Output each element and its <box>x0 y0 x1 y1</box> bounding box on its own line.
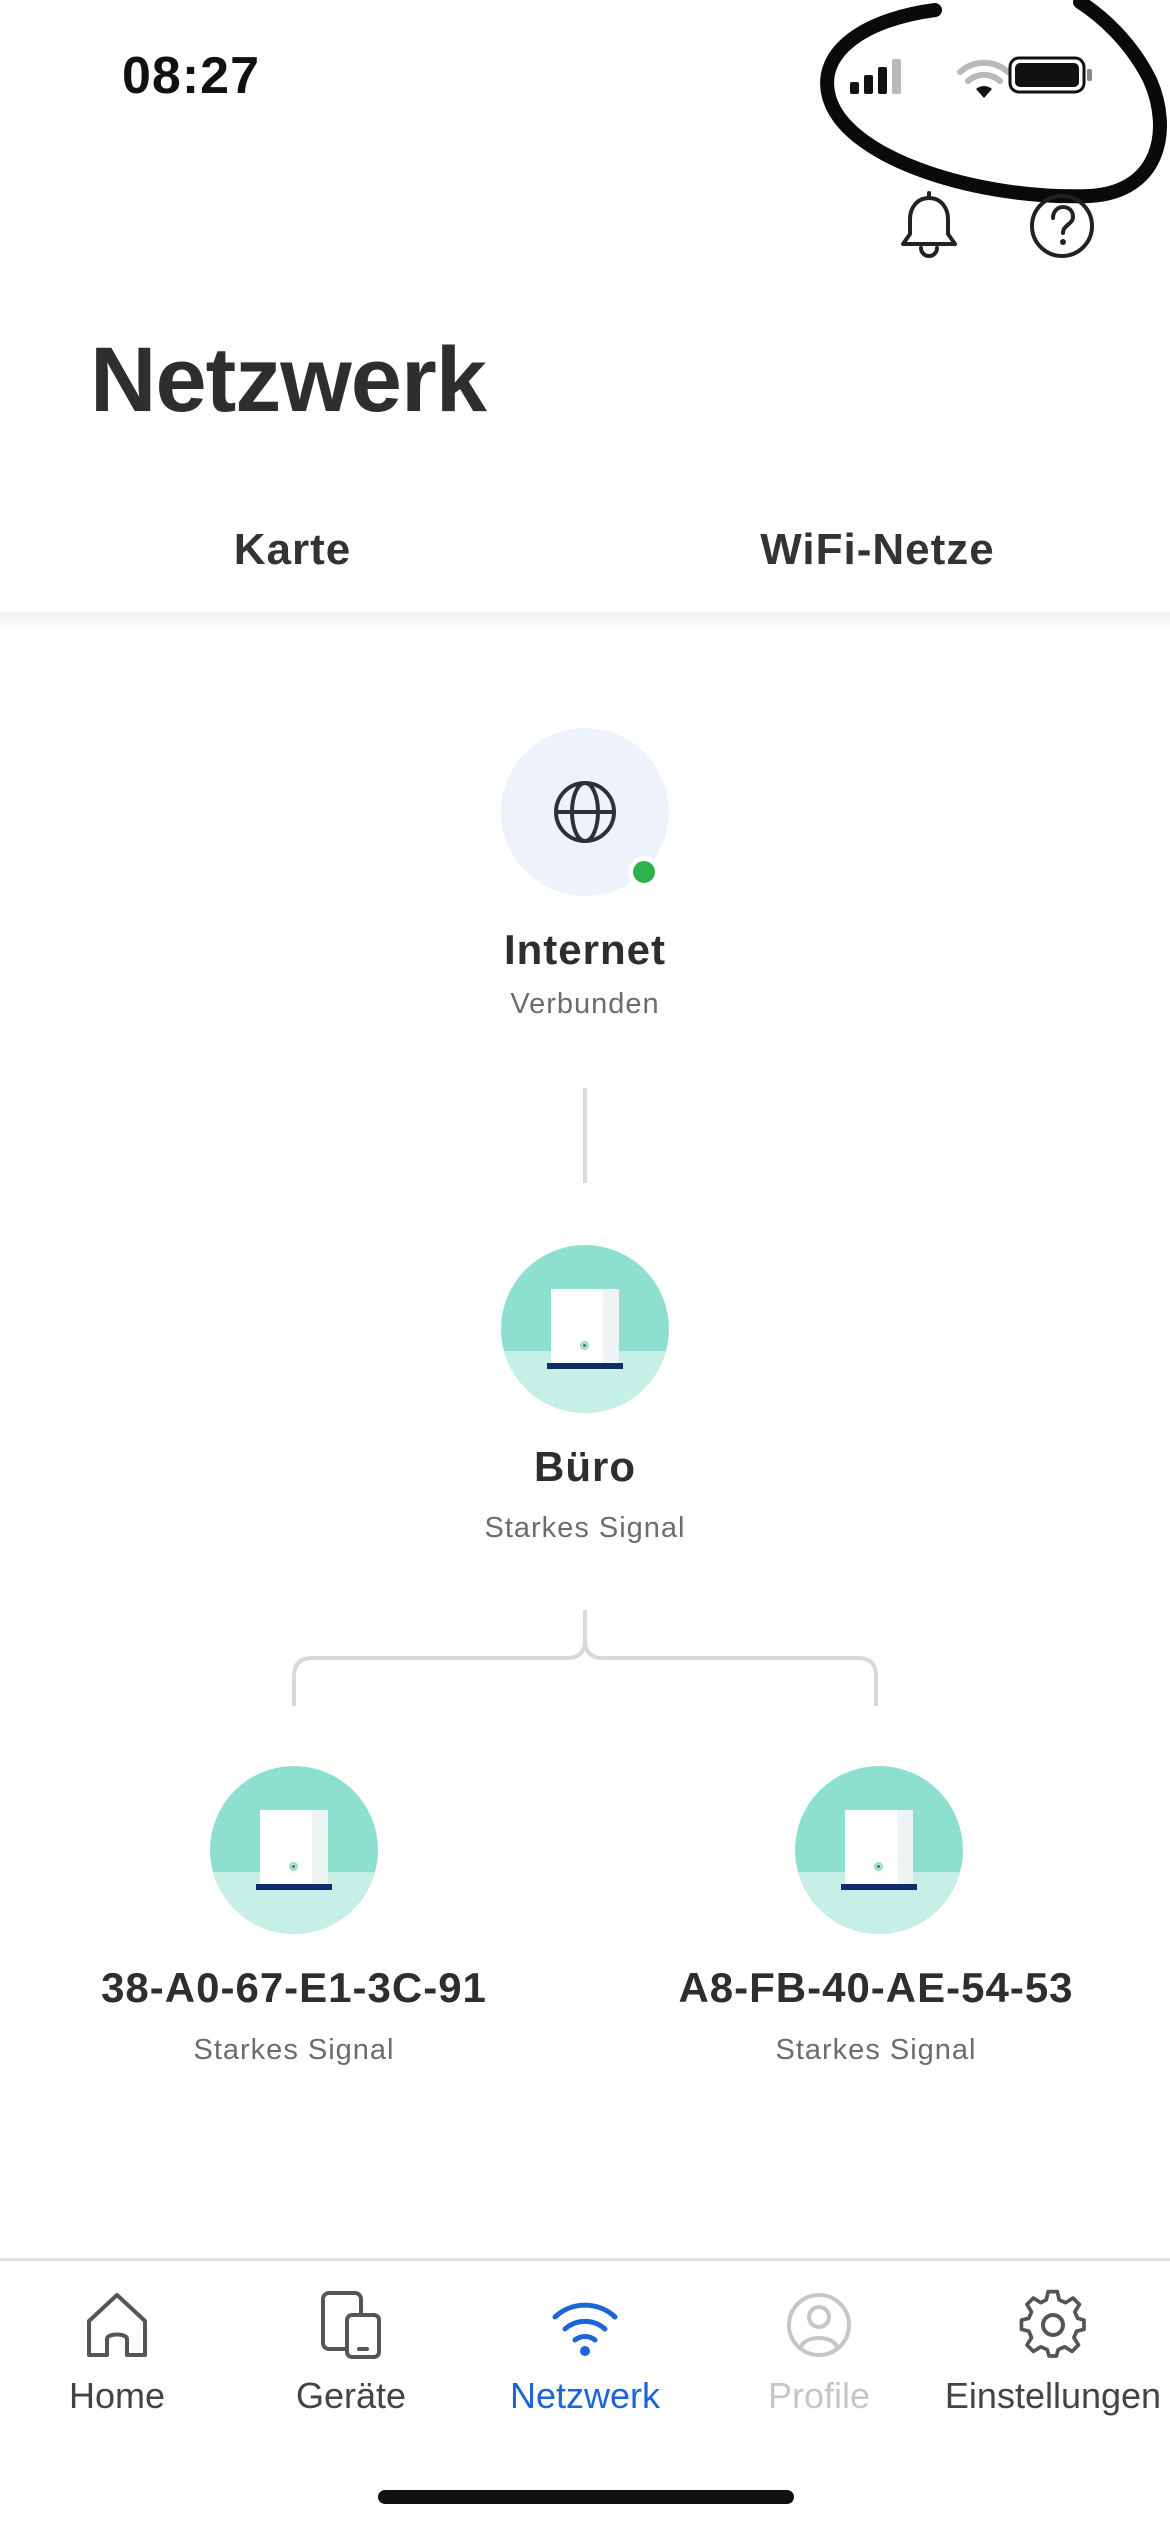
home-indicator <box>378 2490 794 2504</box>
nav-geraete[interactable]: Geräte <box>234 2287 468 2447</box>
home-icon <box>87 2293 147 2357</box>
gear-icon <box>1019 2289 1086 2358</box>
nav-geraete-label: Geräte <box>295 2375 407 2416</box>
wifi-icon <box>552 2302 618 2356</box>
status-time: 08:27 <box>122 47 260 105</box>
nav-netzwerk[interactable]: Netzwerk <box>468 2287 702 2447</box>
nav-home-label: Home <box>68 2375 166 2416</box>
child-node-2-label: A8-FB-40-AE-54-53 <box>678 1964 1074 2011</box>
annotation-scribble <box>820 0 1167 204</box>
help-icon[interactable] <box>1026 190 1098 262</box>
nav-einstellungen[interactable]: Einstellungen <box>936 2287 1170 2447</box>
status-icons <box>850 56 1092 98</box>
tab-bar: Karte WiFi-Netze <box>0 500 1170 622</box>
globe-icon <box>554 781 616 843</box>
router-icon <box>841 1810 917 1890</box>
tab-divider <box>0 612 1170 630</box>
page-title: Netzwerk <box>90 329 487 431</box>
tab-wifi-netze[interactable]: WiFi-Netze <box>585 500 1170 622</box>
child-node-1-status: Starkes Signal <box>193 2034 395 2066</box>
router-icon <box>256 1810 332 1890</box>
nav-netzwerk-label: Netzwerk <box>509 2375 661 2416</box>
profile-icon <box>787 2293 851 2357</box>
main-node-label: Büro <box>534 1443 636 1490</box>
internet-status: Verbunden <box>510 988 660 1020</box>
child-node-2-status: Starkes Signal <box>775 2034 977 2066</box>
battery-icon <box>1008 56 1092 94</box>
nav-profile[interactable]: Profile <box>702 2287 936 2447</box>
bell-icon[interactable] <box>893 190 965 262</box>
online-status-dot <box>628 856 660 888</box>
router-icon <box>547 1289 623 1369</box>
connector-main-to-children <box>292 1610 878 1706</box>
internet-label: Internet <box>503 926 666 973</box>
tab-karte[interactable]: Karte <box>0 500 585 622</box>
child-node-1[interactable] <box>210 1766 378 1934</box>
nav-home[interactable]: Home <box>0 2287 234 2447</box>
nav-einstellungen-label: Einstellungen <box>944 2375 1162 2416</box>
child-node-1-label: 38-A0-67-E1-3C-91 <box>101 1964 487 2011</box>
cellular-signal-icon <box>850 59 901 94</box>
main-node-bueró[interactable] <box>501 1245 669 1413</box>
wifi-icon <box>957 59 1011 98</box>
devices-icon <box>321 2291 381 2359</box>
internet-node[interactable] <box>501 728 669 896</box>
main-node-status: Starkes Signal <box>484 1512 686 1544</box>
nav-profile-label: Profile <box>767 2375 871 2416</box>
child-node-2[interactable] <box>795 1766 963 1934</box>
